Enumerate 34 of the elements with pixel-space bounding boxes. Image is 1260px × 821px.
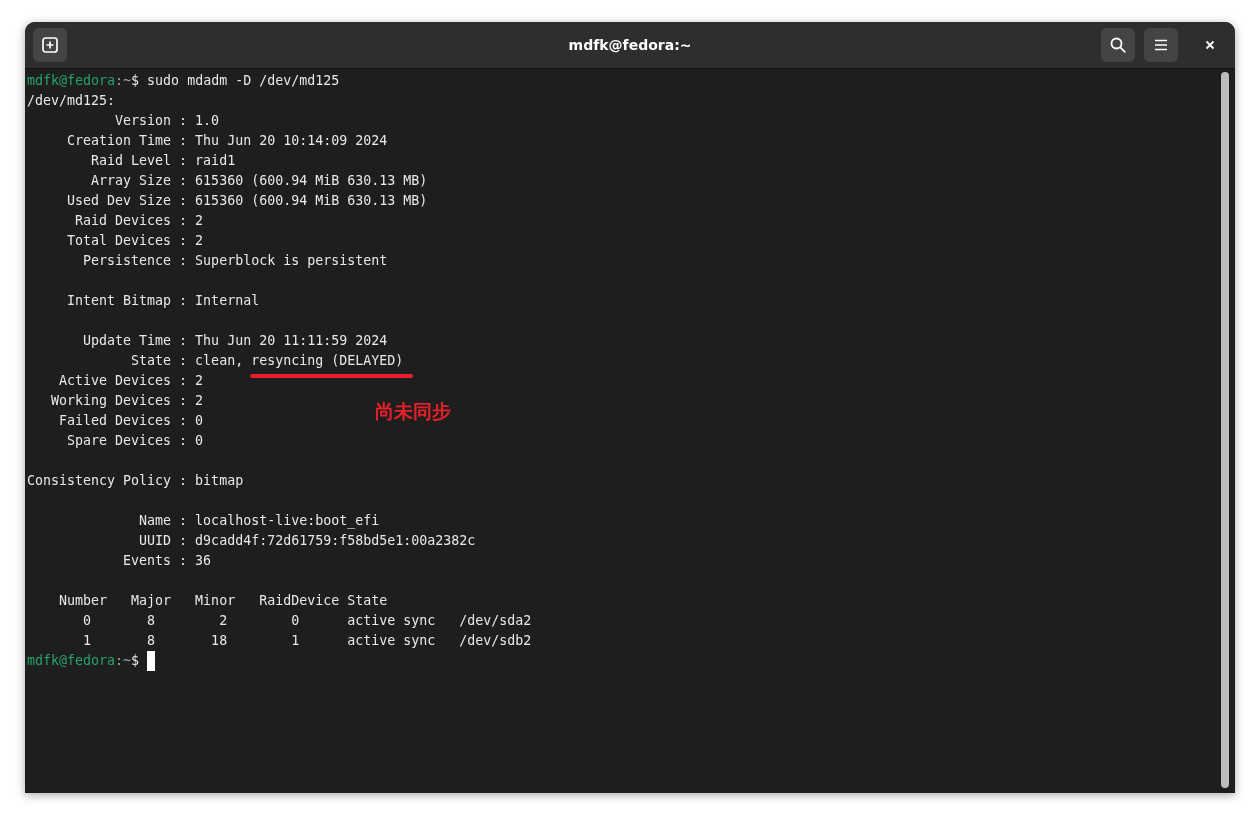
output-line: Spare Devices : 0 xyxy=(66,432,204,450)
prompt-line: mdfk@fedora:~$ xyxy=(27,652,140,670)
menu-button[interactable] xyxy=(1144,28,1178,62)
output-line: Failed Devices : 0 xyxy=(58,412,204,430)
output-line: Persistence : Superblock is persistent xyxy=(82,252,388,270)
output-line: 1 8 18 1 active sync /dev/sdb2 xyxy=(82,632,532,650)
prompt-line: mdfk@fedora:~$ sudo mdadm -D /dev/md125 xyxy=(27,72,340,90)
search-button[interactable] xyxy=(1101,28,1135,62)
output-line: Raid Level : raid1 xyxy=(90,152,236,170)
output-line: Number Major Minor RaidDevice State xyxy=(58,592,388,610)
output-line: Update Time : Thu Jun 20 11:11:59 2024 xyxy=(82,332,388,350)
scrollbar[interactable] xyxy=(1221,72,1229,788)
new-tab-button[interactable] xyxy=(33,28,67,62)
output-line: Raid Devices : 2 xyxy=(74,212,204,230)
output-line: 0 8 2 0 active sync /dev/sda2 xyxy=(82,612,532,630)
output-line: Intent Bitmap : Internal xyxy=(66,292,260,310)
search-icon xyxy=(1109,36,1127,54)
output-line: Consistency Policy : bitmap xyxy=(27,472,244,490)
output-line: Used Dev Size : 615360 (600.94 MiB 630.13 MB) xyxy=(66,192,428,210)
output-line: State : clean, xyxy=(130,352,244,370)
output-line: Version : 1.0 xyxy=(114,112,220,130)
output-line: Array Size : 615360 (600.94 MiB 630.13 MB) xyxy=(90,172,428,190)
output-line: UUID : d9cadd4f:72d61759:f58bd5e1:00a2382c xyxy=(138,532,476,550)
output-line: Events : 36 xyxy=(122,552,212,570)
output-line: Creation Time : Thu Jun 20 10:14:09 2024 xyxy=(66,132,388,150)
output-line: /dev/md125: xyxy=(27,92,116,110)
output-line: Working Devices : 2 xyxy=(50,392,204,410)
window-title: mdfk@fedora:~ xyxy=(568,37,692,53)
highlighted-text: resyncing (DELAYED) xyxy=(251,353,404,368)
annotation-text: 尚未同步 xyxy=(375,399,452,423)
output-line: Active Devices : 2 xyxy=(58,372,204,390)
output-line: Name : localhost-live:boot_efi xyxy=(138,512,380,531)
output-line: Total Devices : 2 xyxy=(66,232,204,250)
new-tab-icon xyxy=(41,36,59,54)
